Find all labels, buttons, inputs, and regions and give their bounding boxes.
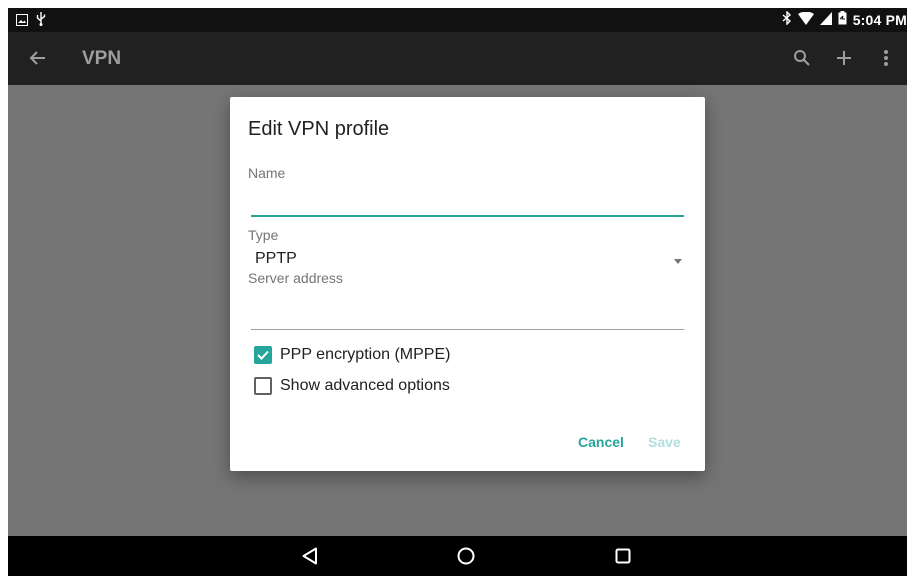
name-label: Name [248, 165, 286, 181]
toolbar-title: VPN [82, 48, 122, 69]
advanced-options-checkbox-row[interactable]: Show advanced options [254, 374, 450, 398]
back-arrow-icon[interactable] [26, 46, 50, 70]
type-dropdown[interactable] [247, 234, 687, 274]
bluetooth-icon [782, 10, 792, 28]
edit-vpn-dialog: Edit VPN profile Name Type PPTP Server a… [230, 97, 705, 471]
server-address-underline [251, 329, 684, 330]
type-value: PPTP [255, 250, 297, 267]
name-input[interactable] [251, 191, 684, 215]
gallery-icon [16, 13, 28, 31]
recents-nav-icon[interactable] [609, 544, 637, 568]
cancel-button[interactable]: Cancel [578, 434, 624, 450]
app-toolbar: VPN [8, 32, 907, 85]
back-nav-icon[interactable] [296, 544, 324, 568]
advanced-options-label: Show advanced options [280, 377, 450, 394]
signal-icon [819, 11, 832, 28]
add-icon[interactable] [823, 46, 865, 70]
save-button[interactable]: Save [648, 434, 681, 450]
device-screen: 5:04 PM VPN Edit VPN profile Name Type P… [8, 8, 907, 576]
dialog-title: Edit VPN profile [248, 118, 390, 140]
clock: 5:04 PM [852, 11, 907, 28]
home-nav-icon[interactable] [452, 544, 480, 568]
ppp-encryption-label: PPP encryption (MPPE) [280, 346, 451, 363]
server-address-label: Server address [248, 270, 343, 286]
server-address-input[interactable] [251, 303, 684, 327]
dropdown-arrow-icon [674, 259, 682, 264]
wifi-icon [797, 11, 814, 28]
battery-icon [838, 11, 847, 28]
status-bar: 5:04 PM [8, 8, 907, 32]
name-underline [251, 215, 684, 217]
more-vert-icon[interactable] [865, 46, 907, 70]
ppp-encryption-checkbox[interactable] [254, 346, 272, 364]
navigation-bar [8, 536, 907, 576]
search-icon[interactable] [781, 46, 823, 70]
usb-icon [36, 12, 46, 31]
ppp-encryption-checkbox-row[interactable]: PPP encryption (MPPE) [254, 343, 450, 367]
advanced-options-checkbox[interactable] [254, 377, 272, 395]
